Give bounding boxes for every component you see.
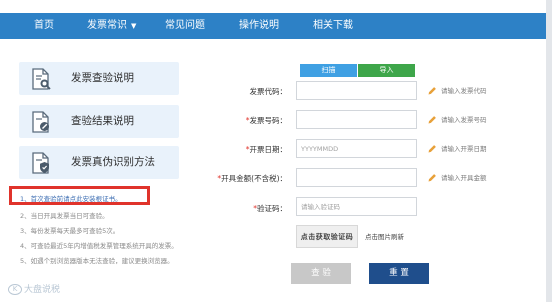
chevron-down-icon: ▼ bbox=[131, 22, 137, 30]
hint-text: 请输入开票日期 bbox=[441, 145, 487, 153]
card-invoice-check-guide[interactable]: 发票查验说明 bbox=[19, 62, 179, 95]
nav-item-label: 发票常识 bbox=[87, 20, 127, 31]
nav-item-faq[interactable]: 常见问题 bbox=[165, 13, 205, 39]
captcha-input[interactable] bbox=[296, 197, 417, 216]
top-nav-bar: 首页 发票常识 ▼ 常见问题 操作说明 相关下载 bbox=[0, 13, 546, 39]
issue-date-hint: 请输入开票日期 bbox=[427, 143, 487, 155]
nav-item-downloads[interactable]: 相关下载 bbox=[313, 13, 353, 39]
hint-text: 请输入发票代码 bbox=[441, 87, 487, 95]
card-authenticity-methods[interactable]: 发票真伪识别方法 bbox=[19, 146, 179, 179]
invoice-code-hint: 请输入发票代码 bbox=[427, 85, 487, 97]
nav-item-instructions[interactable]: 操作说明 bbox=[239, 13, 279, 39]
check-button[interactable]: 查 验 bbox=[291, 263, 351, 284]
card-label: 发票真伪识别方法 bbox=[71, 156, 155, 168]
tip-item: 2、当日开具发票当日可查验。 bbox=[20, 212, 109, 220]
pencil-icon bbox=[428, 145, 436, 153]
captcha-refresh-text: 点击图片刷新 bbox=[365, 233, 404, 241]
label-text: 开具金额(不含税)： bbox=[221, 174, 287, 183]
captcha-image[interactable]: 点击获取验证码 bbox=[296, 225, 358, 248]
label-text: 验证码： bbox=[257, 204, 287, 213]
amount-hint: 请输入开具金额 bbox=[427, 172, 487, 184]
nav-item-home[interactable]: 首页 bbox=[34, 13, 54, 39]
highlight-annotation-box bbox=[9, 186, 150, 205]
amount-label: *开具金额(不含税)： bbox=[177, 173, 287, 184]
scan-button[interactable]: 扫描 bbox=[300, 64, 357, 77]
card-label: 发票查验说明 bbox=[71, 72, 134, 84]
captcha-label: *验证码： bbox=[177, 203, 287, 214]
invoice-number-input[interactable] bbox=[296, 110, 417, 129]
card-label: 查验结果说明 bbox=[71, 115, 134, 127]
card-result-guide[interactable]: 查验结果说明 bbox=[19, 105, 179, 138]
document-search-icon bbox=[32, 68, 51, 90]
pencil-icon bbox=[428, 116, 436, 124]
watermark-text: 大盘说税 bbox=[24, 285, 61, 295]
tip-item: 4、可查验最近5年内增值税发票管理系统开具的发票。 bbox=[20, 242, 178, 250]
tip-item: 3、每份发票每天最多可查验5次。 bbox=[20, 227, 120, 235]
label-text: 发票号码： bbox=[249, 116, 288, 125]
invoice-check-page: 首页 发票常识 ▼ 常见问题 操作说明 相关下载 发票查验说明 查验结果说明 发… bbox=[0, 0, 552, 302]
invoice-number-hint: 请输入发票号码 bbox=[427, 114, 487, 126]
label-text: 发票代码： bbox=[249, 87, 288, 96]
invoice-code-label: 发票代码： bbox=[177, 86, 288, 97]
hint-text: 请输入发票号码 bbox=[441, 116, 487, 124]
issue-date-label: *开票日期： bbox=[177, 144, 287, 155]
watermark: K 大盘说税 bbox=[8, 282, 60, 295]
page-right-edge bbox=[546, 0, 552, 302]
invoice-code-input[interactable] bbox=[296, 81, 417, 100]
invoice-number-label: *发票号码： bbox=[177, 115, 287, 126]
watermark-logo-icon: K bbox=[8, 284, 22, 295]
amount-input[interactable] bbox=[296, 168, 417, 187]
document-edit-icon bbox=[32, 111, 49, 133]
tip-item: 5、如遇个别浏览器版本无法查验，建议更换浏览器。 bbox=[20, 257, 174, 265]
nav-item-invoice-knowledge[interactable]: 发票常识 ▼ bbox=[87, 13, 136, 39]
hint-text: 请输入开具金额 bbox=[441, 174, 487, 182]
document-shield-icon bbox=[32, 152, 49, 174]
import-button[interactable]: 导入 bbox=[358, 64, 415, 77]
pencil-icon bbox=[428, 87, 436, 95]
pencil-icon bbox=[428, 174, 436, 182]
label-text: 开票日期： bbox=[249, 145, 288, 154]
reset-button[interactable]: 重 置 bbox=[369, 263, 429, 284]
issue-date-input[interactable] bbox=[296, 139, 417, 158]
